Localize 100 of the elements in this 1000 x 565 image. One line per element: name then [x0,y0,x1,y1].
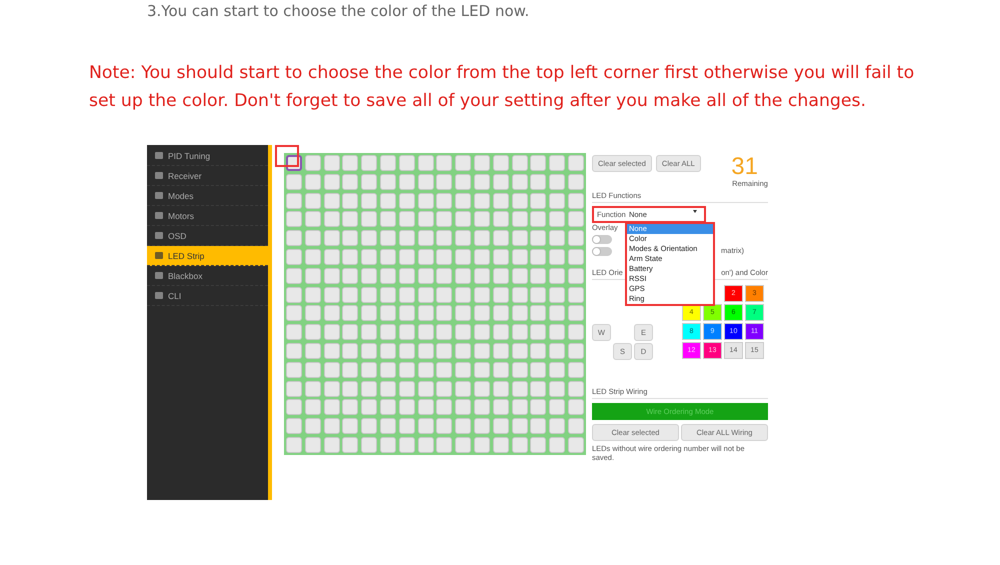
led-cell[interactable] [436,418,452,434]
led-cell[interactable] [492,155,509,171]
led-cell[interactable] [342,211,358,228]
led-cell[interactable] [361,436,378,453]
led-cell[interactable] [474,192,490,209]
led-cell[interactable] [436,230,452,246]
led-cell[interactable] [342,324,358,340]
led-cell[interactable] [380,342,396,359]
led-cell[interactable] [568,174,584,190]
led-cell[interactable] [549,211,566,228]
led-cell[interactable] [418,174,434,190]
led-cell[interactable] [549,399,566,416]
led-cell[interactable] [324,362,340,378]
led-cell[interactable] [568,192,584,209]
led-cell[interactable] [342,230,358,246]
led-cell[interactable] [361,230,378,246]
led-cell[interactable] [549,268,566,284]
led-cell[interactable] [568,155,584,171]
led-cell[interactable] [324,399,340,416]
led-cell[interactable] [418,248,434,265]
led-cell[interactable] [492,399,509,416]
led-cell[interactable] [286,342,302,359]
led-cell[interactable] [361,305,378,322]
led-cell[interactable] [418,380,434,397]
led-cell[interactable] [492,248,509,265]
led-cell[interactable] [304,436,321,453]
led-cell[interactable] [512,211,528,228]
led-cell[interactable] [398,174,415,190]
led-cell[interactable] [304,155,321,171]
led-cell[interactable] [398,211,415,228]
led-cell[interactable] [398,380,415,397]
led-cell[interactable] [492,192,509,209]
led-cell[interactable] [568,230,584,246]
led-cell[interactable] [380,211,396,228]
led-cell[interactable] [418,436,434,453]
led-cell[interactable] [361,155,378,171]
led-cell[interactable] [568,342,584,359]
led-cell[interactable] [361,211,378,228]
led-cell[interactable] [324,380,340,397]
led-cell[interactable] [474,248,490,265]
led-cell[interactable] [398,399,415,416]
led-cell[interactable] [418,399,434,416]
led-cell[interactable] [436,380,452,397]
toggle-switch[interactable] [592,247,612,256]
led-cell[interactable] [549,248,566,265]
led-cell[interactable] [286,399,302,416]
led-cell[interactable] [512,399,528,416]
led-cell[interactable] [549,324,566,340]
led-cell[interactable] [418,342,434,359]
led-cell[interactable] [304,342,321,359]
led-cell[interactable] [380,268,396,284]
led-cell[interactable] [436,305,452,322]
led-cell[interactable] [455,248,472,265]
led-cell[interactable] [512,418,528,434]
led-cell[interactable] [455,286,472,303]
led-cell[interactable] [418,268,434,284]
led-cell[interactable] [530,399,546,416]
led-cell[interactable] [512,248,528,265]
sidebar-item[interactable]: PID Tuning [147,146,268,166]
led-cell[interactable] [436,211,452,228]
led-cell[interactable] [342,192,358,209]
led-cell[interactable] [549,192,566,209]
led-cell[interactable] [380,155,396,171]
led-cell[interactable] [512,192,528,209]
led-cell[interactable] [455,436,472,453]
led-cell[interactable] [568,418,584,434]
sidebar-item[interactable]: Modes [147,186,268,206]
led-cell[interactable] [492,418,509,434]
led-cell[interactable] [361,362,378,378]
led-cell[interactable] [342,286,358,303]
led-cell[interactable] [530,342,546,359]
led-cell[interactable] [342,305,358,322]
led-cell[interactable] [492,268,509,284]
led-cell[interactable] [474,155,490,171]
led-cell[interactable] [342,418,358,434]
led-cell[interactable] [342,268,358,284]
led-cell[interactable] [455,324,472,340]
led-cell[interactable] [568,399,584,416]
led-cell[interactable] [549,342,566,359]
led-cell[interactable] [304,268,321,284]
led-cell[interactable] [398,305,415,322]
led-cell[interactable] [530,286,546,303]
led-cell[interactable] [455,305,472,322]
led-cell[interactable] [512,305,528,322]
led-cell[interactable] [492,286,509,303]
led-cell[interactable] [361,174,378,190]
led-cell[interactable] [398,155,415,171]
led-cell[interactable] [436,342,452,359]
led-cell[interactable] [474,380,490,397]
led-cell[interactable] [286,286,302,303]
led-cell[interactable] [361,268,378,284]
led-cell[interactable] [342,342,358,359]
led-cell[interactable] [530,230,546,246]
led-cell[interactable] [324,192,340,209]
led-cell[interactable] [568,268,584,284]
led-cell[interactable] [492,380,509,397]
led-cell[interactable] [455,192,472,209]
led-cell[interactable] [324,230,340,246]
led-cell[interactable] [286,211,302,228]
led-cell[interactable] [361,192,378,209]
